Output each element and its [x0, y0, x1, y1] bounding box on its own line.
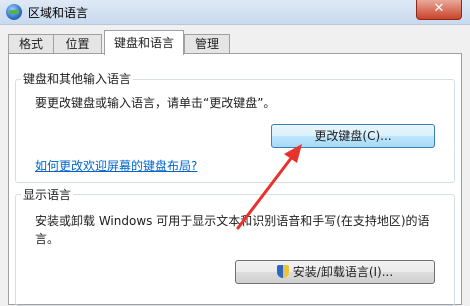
globe-icon — [6, 4, 22, 20]
display-language-description: 安装或卸载 Windows 可用于显示文本和识别语音和手写(在支持地区)的语 — [35, 214, 430, 228]
change-keyboards-button[interactable]: 更改键盘(C)... — [271, 124, 435, 148]
tab-formats[interactable]: 格式 — [8, 34, 54, 54]
display-language-description-cont: 言。 — [35, 232, 60, 246]
uac-shield-icon — [276, 265, 289, 278]
welcome-screen-keyboard-link[interactable]: 如何更改欢迎屏幕的键盘布局? — [35, 157, 197, 174]
tab-location[interactable]: 位置 — [53, 34, 102, 54]
tab-administrative[interactable]: 管理 — [184, 34, 230, 54]
keyboard-description: 要更改键盘或输入语言，请单击“更改键盘”。 — [35, 96, 276, 110]
display-language-title: 显示语言 — [21, 186, 74, 203]
display-language-group — [15, 194, 455, 306]
install-uninstall-languages-button[interactable]: 安装/卸载语言(I)... — [235, 260, 435, 284]
window-title: 区域和语言 — [28, 6, 89, 20]
install-uninstall-label: 安装/卸载语言(I)... — [292, 265, 394, 279]
close-button[interactable]: ✕ — [416, 0, 462, 20]
tab-keyboards-and-languages[interactable]: 键盘和语言 — [104, 30, 184, 55]
tab-panel: 键盘和其他输入语言 要更改键盘或输入语言，请单击“更改键盘”。 更改键盘(C).… — [8, 53, 462, 306]
keyboard-group-title: 键盘和其他输入语言 — [21, 70, 134, 87]
title-bar: 区域和语言 ✕ — [0, 0, 470, 25]
